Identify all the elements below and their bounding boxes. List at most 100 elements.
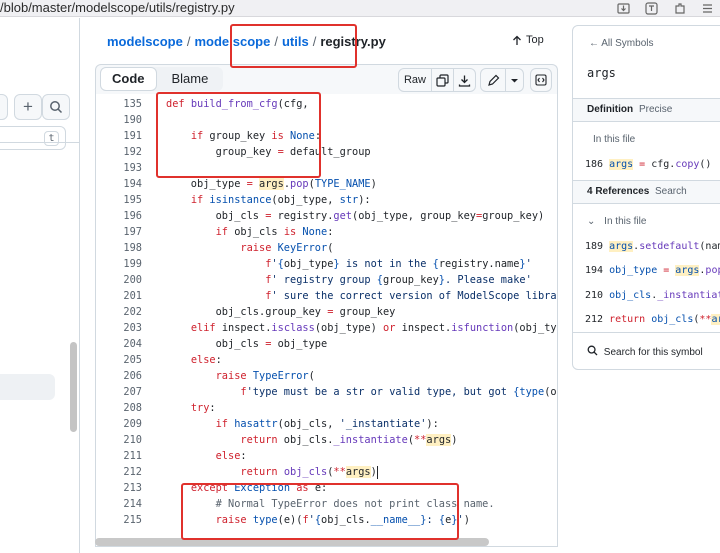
symbols-panel-toggle[interactable] [530, 68, 552, 92]
panel-divider [573, 203, 720, 204]
breadcrumb-separator: / [186, 34, 191, 49]
code-line: 199 f'{obj_type} is not in the {registry… [96, 256, 557, 272]
download-raw-button[interactable] [453, 69, 475, 91]
code-text: f'{obj_type} is not in the {registry.nam… [265, 258, 532, 270]
reference-row[interactable]: 210 obj_cls._instantiat [585, 290, 720, 301]
references-file-group[interactable]: ⌄ In this file [587, 216, 646, 227]
line-number[interactable]: 196 [96, 208, 142, 224]
line-number[interactable]: 192 [96, 144, 142, 160]
code-text: obj_cls = registry.get(obj_type, group_k… [166, 210, 545, 222]
go-to-file-input[interactable]: t [0, 126, 66, 150]
line-number[interactable]: 211 [96, 448, 142, 464]
text-cursor [376, 465, 378, 479]
line-number[interactable]: 207 [96, 384, 142, 400]
edit-options-button[interactable] [505, 69, 523, 91]
file-tree-panel: + t [0, 18, 80, 553]
code-text: elif inspect.isclass(obj_type) or inspec… [190, 322, 557, 334]
reference-row[interactable]: 194obj_type = args.pop [585, 265, 720, 276]
menu-icon[interactable] [700, 2, 714, 15]
search-icon [50, 101, 63, 114]
chevron-left-icon: ← [589, 38, 599, 49]
tree-selected-item[interactable] [0, 374, 55, 400]
references-header: 4 References Search [573, 181, 720, 203]
search-symbol-link[interactable]: Search for this symbol [587, 345, 703, 358]
line-number[interactable]: 210 [96, 432, 142, 448]
line-number[interactable]: 191 [96, 128, 142, 144]
tab-code[interactable]: Code [100, 67, 157, 91]
breadcrumb-repo[interactable]: modelscope [107, 34, 183, 49]
annotation-box-filename [230, 24, 357, 68]
code-line: 198 raise KeyError( [96, 240, 557, 256]
search-files-button[interactable] [42, 94, 70, 120]
reference-row[interactable]: 189args.setdefault(nam [585, 241, 720, 252]
all-symbols-link[interactable]: ← All Symbols [589, 38, 653, 49]
line-number[interactable]: 193 [96, 160, 142, 176]
code-line: 211 else: [96, 448, 557, 464]
raw-button[interactable]: Raw [399, 69, 431, 91]
code-line: 196 obj_cls = registry.get(obj_type, gro… [96, 208, 557, 224]
browser-address-bar[interactable]: /blob/master/modelscope/utils/registry.p… [0, 0, 720, 17]
line-number[interactable]: 209 [96, 416, 142, 432]
line-number[interactable]: 213 [96, 480, 142, 496]
references-search[interactable]: Search [655, 186, 687, 197]
definition-line-number: 186 [585, 159, 604, 170]
search-icon [587, 345, 598, 356]
line-number[interactable]: 135 [96, 96, 142, 112]
line-number[interactable]: 203 [96, 320, 142, 336]
line-number[interactable]: 205 [96, 352, 142, 368]
code-toolbar: Code Blame Raw [95, 64, 558, 94]
line-number[interactable]: 204 [96, 336, 142, 352]
line-number[interactable]: 199 [96, 256, 142, 272]
chevron-down-icon: ⌄ [587, 216, 596, 227]
line-number[interactable]: 190 [96, 112, 142, 128]
annotation-box-signature [156, 92, 321, 178]
tree-scrollbar[interactable] [70, 342, 77, 432]
line-number[interactable]: 194 [96, 176, 142, 192]
definition-header: Definition Precise [573, 99, 720, 121]
tab-blame[interactable]: Blame [157, 67, 224, 91]
top-button[interactable]: Top [512, 34, 544, 46]
code-line: 197 if obj_cls is None: [96, 224, 557, 240]
tree-options-button[interactable] [0, 94, 8, 120]
line-number[interactable]: 214 [96, 496, 142, 512]
extension-icon[interactable] [672, 2, 686, 15]
download-icon[interactable] [616, 2, 630, 15]
line-number[interactable]: 200 [96, 272, 142, 288]
code-text: f'type must be a str or valid type, but … [240, 386, 557, 398]
line-number[interactable]: 215 [96, 512, 142, 528]
code-text: obj_cls.group_key = group_key [166, 306, 396, 318]
line-number[interactable]: 212 [96, 464, 142, 480]
code-line: 200 f' registry group {group_key}. Pleas… [96, 272, 557, 288]
reference-row[interactable]: 212return obj_cls(**ar [585, 314, 720, 325]
definition-mode[interactable]: Precise [639, 104, 672, 115]
line-number[interactable]: 208 [96, 400, 142, 416]
code-text: return obj_cls(**args) [240, 465, 378, 479]
url-text[interactable]: /blob/master/modelscope/utils/registry.p… [0, 0, 235, 16]
edit-file-button[interactable] [481, 69, 505, 91]
code-text: if obj_cls is None: [215, 226, 334, 238]
line-number[interactable]: 201 [96, 288, 142, 304]
code-line: 208 try: [96, 400, 557, 416]
line-number[interactable]: 206 [96, 368, 142, 384]
copy-raw-button[interactable] [431, 69, 453, 91]
line-number[interactable]: 195 [96, 192, 142, 208]
definition-symbol: args [609, 159, 634, 170]
code-line: 195 if isinstance(obj_type, str): [96, 192, 557, 208]
line-number[interactable]: 197 [96, 224, 142, 240]
reference-line-number: 210 [585, 290, 604, 301]
definition-row[interactable]: 186 args = cfg.copy() [585, 159, 711, 170]
code-line: 204 obj_cls = obj_type [96, 336, 557, 352]
definition-in-this-file: In this file [593, 134, 636, 145]
code-text: try: [190, 402, 216, 414]
plus-icon: + [23, 97, 33, 116]
translate-icon[interactable] [644, 1, 658, 15]
reference-line-number: 189 [585, 241, 604, 252]
references-in-this-file: In this file [604, 216, 647, 227]
line-number[interactable]: 198 [96, 240, 142, 256]
add-file-button[interactable]: + [14, 94, 42, 120]
code-text: f' sure the correct version of ModelScop… [265, 290, 558, 302]
line-number[interactable]: 202 [96, 304, 142, 320]
tree-divider [0, 142, 80, 143]
code-line: 212 return obj_cls(**args) [96, 464, 557, 480]
code-text: obj_type = args.pop(TYPE_NAME) [166, 178, 377, 190]
